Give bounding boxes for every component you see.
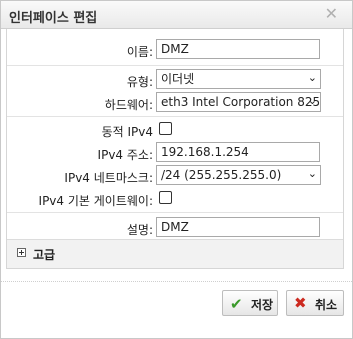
hardware-row: 하드웨어: eth3 Intel Corporation 825 ⌄ (7, 92, 343, 114)
divider (7, 212, 343, 213)
ipv4-netmask-label: IPv4 네트마스크: (64, 171, 153, 185)
ipv4-default-gateway-checkbox[interactable] (159, 191, 172, 204)
name-label: 이름: (126, 45, 153, 59)
divider (7, 65, 343, 66)
description-row: 설명: DMZ (7, 217, 343, 239)
name-input[interactable]: DMZ (156, 39, 320, 59)
ipv4-netmask-row: IPv4 네트마스크: /24 (255.255.255.0) ⌄ (7, 165, 343, 187)
name-row: 이름: DMZ (7, 39, 343, 61)
dialog-titlebar[interactable]: 인터페이스 편집 ✕ (1, 1, 352, 29)
edit-interface-dialog: 인터페이스 편집 ✕ 이름: DMZ 유형: 이더넷 ⌄ 하드웨어: eth3 … (0, 0, 353, 339)
save-button-label: 저장 (251, 298, 274, 312)
hardware-label: 하드웨어: (104, 98, 153, 112)
advanced-label: 고급 (33, 248, 56, 262)
ipv4-netmask-select[interactable]: /24 (255.255.255.0) ⌄ (156, 165, 321, 185)
ipv4-default-gateway-row: IPv4 기본 게이트웨이: (7, 188, 343, 210)
dialog-title: 인터페이스 편집 (9, 11, 98, 26)
dynamic-ipv4-label: 동적 IPv4 (101, 125, 153, 139)
dynamic-ipv4-checkbox[interactable] (159, 122, 172, 135)
dynamic-ipv4-row: 동적 IPv4 (7, 119, 343, 141)
hardware-select[interactable]: eth3 Intel Corporation 825 ⌄ (156, 92, 321, 112)
close-icon: ✖ (294, 294, 307, 312)
chevron-down-icon: ⌄ (307, 94, 317, 107)
cancel-button[interactable]: ✖ 취소 (286, 290, 344, 316)
checkmark-icon: ✔ (230, 295, 243, 313)
ipv4-default-gateway-label: IPv4 기본 게이트웨이: (38, 194, 153, 208)
description-label: 설명: (126, 223, 153, 237)
advanced-section-header[interactable]: 고급 (7, 239, 343, 268)
type-select-value: 이더넷 (161, 72, 195, 86)
divider (7, 116, 343, 117)
hardware-select-value: eth3 Intel Corporation 825 (161, 95, 321, 109)
description-input[interactable]: DMZ (156, 217, 320, 237)
dialog-footer: ✔ 저장 ✖ 취소 (1, 281, 352, 339)
type-select[interactable]: 이더넷 ⌄ (156, 69, 321, 89)
ipv4-address-input[interactable]: 192.168.1.254 (156, 142, 320, 162)
ipv4-address-row: IPv4 주소: 192.168.1.254 (7, 142, 343, 164)
ipv4-netmask-value: /24 (255.255.255.0) (161, 168, 282, 182)
ipv4-address-label: IPv4 주소: (97, 148, 153, 162)
close-icon[interactable]: ✕ (325, 4, 338, 23)
save-button[interactable]: ✔ 저장 (222, 290, 278, 316)
type-row: 유형: 이더넷 ⌄ (7, 69, 343, 91)
chevron-down-icon: ⌄ (307, 71, 317, 84)
expand-plus-icon[interactable] (17, 248, 26, 257)
type-label: 유형: (126, 75, 153, 89)
cancel-button-label: 취소 (315, 298, 338, 312)
dialog-body: 이름: DMZ 유형: 이더넷 ⌄ 하드웨어: eth3 Intel Corpo… (6, 29, 344, 269)
chevron-down-icon: ⌄ (307, 167, 317, 180)
